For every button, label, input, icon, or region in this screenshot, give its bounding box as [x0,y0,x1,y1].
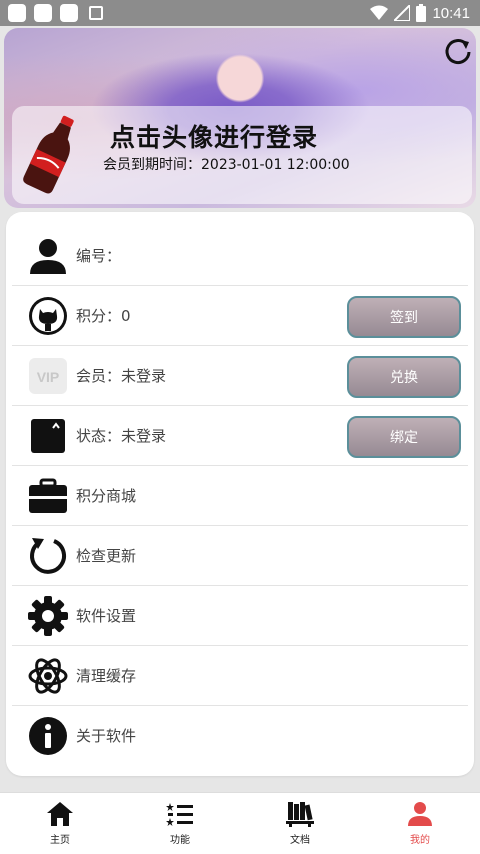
signal-icon [394,5,411,21]
notification-icon [34,4,52,22]
row-check-update[interactable]: 检查更新 [12,526,468,586]
row-vip: VIP 会员：未登录 兑换 [12,346,468,406]
row-settings[interactable]: 软件设置 [12,586,468,646]
profile-card: 编号： 积分：0 签到 VIP 会员：未登录 兑换 状态：未登录 绑定 积分商城… [6,212,474,776]
vip-label: 会员： [76,367,122,385]
nav-home[interactable]: 主页 [30,801,90,849]
github-icon [29,297,67,335]
settings-label: 软件设置 [76,607,137,625]
wifi-icon [370,5,389,20]
row-id: 编号： [12,226,468,286]
notification-icon [60,4,78,22]
refresh-icon [30,538,66,574]
status-value: 未登录 [121,427,167,445]
nav-features[interactable]: 功能 [150,801,210,849]
bind-button[interactable]: 绑定 [347,416,461,458]
id-label: 编号： [76,247,122,265]
status-label: 状态： [76,427,122,445]
list-icon [166,803,193,826]
vip-badge-text: VIP [37,369,60,385]
row-about[interactable]: 关于软件 [12,706,468,766]
status-bar: 10:41 [0,0,480,26]
battery-icon [416,4,427,22]
status-box-icon [31,419,65,453]
clock: 10:41 [432,4,470,22]
expiry-label: 会员到期时间： [103,157,201,173]
checkin-button[interactable]: 签到 [347,296,461,338]
about-label: 关于软件 [76,727,137,745]
check-update-label: 检查更新 [76,547,137,565]
row-status: 状态：未登录 绑定 [12,406,468,466]
books-icon [286,802,314,827]
nav-docs-label: 文档 [290,835,310,846]
row-clear-cache[interactable]: 清理缓存 [12,646,468,706]
notification-icon [8,4,26,22]
atom-icon [28,658,68,694]
vip-value: 未登录 [121,367,167,385]
nav-mine-label: 我的 [410,835,430,846]
nav-mine[interactable]: 我的 [390,801,450,849]
row-points: 积分：0 签到 [12,286,468,346]
clear-cache-label: 清理缓存 [76,667,137,685]
refresh-icon[interactable] [442,36,474,68]
briefcase-icon [29,478,67,513]
points-value: 0 [121,307,131,325]
nav-docs[interactable]: 文档 [270,801,330,849]
membership-expiry: 会员到期时间：2023-01-01 12:00:00 [103,154,350,174]
user-icon [30,239,66,274]
info-icon [29,717,67,755]
nav-home-label: 主页 [50,835,70,846]
nav-features-label: 功能 [170,835,190,846]
bottom-nav: 主页 功能 文档 我的 [0,792,480,854]
app-notification-icon [89,6,103,20]
login-title[interactable]: 点击头像进行登录 [110,118,318,154]
redeem-button[interactable]: 兑换 [347,356,461,398]
row-points-shop[interactable]: 积分商城 [12,466,468,526]
expiry-value: 2023-01-01 12:00:00 [201,157,350,173]
points-label: 积分： [76,307,122,325]
home-icon [47,802,73,826]
points-shop-label: 积分商城 [76,487,137,505]
gear-icon [28,596,68,636]
avatar[interactable] [22,112,82,196]
user-icon [408,802,432,826]
vip-icon: VIP [29,358,67,394]
